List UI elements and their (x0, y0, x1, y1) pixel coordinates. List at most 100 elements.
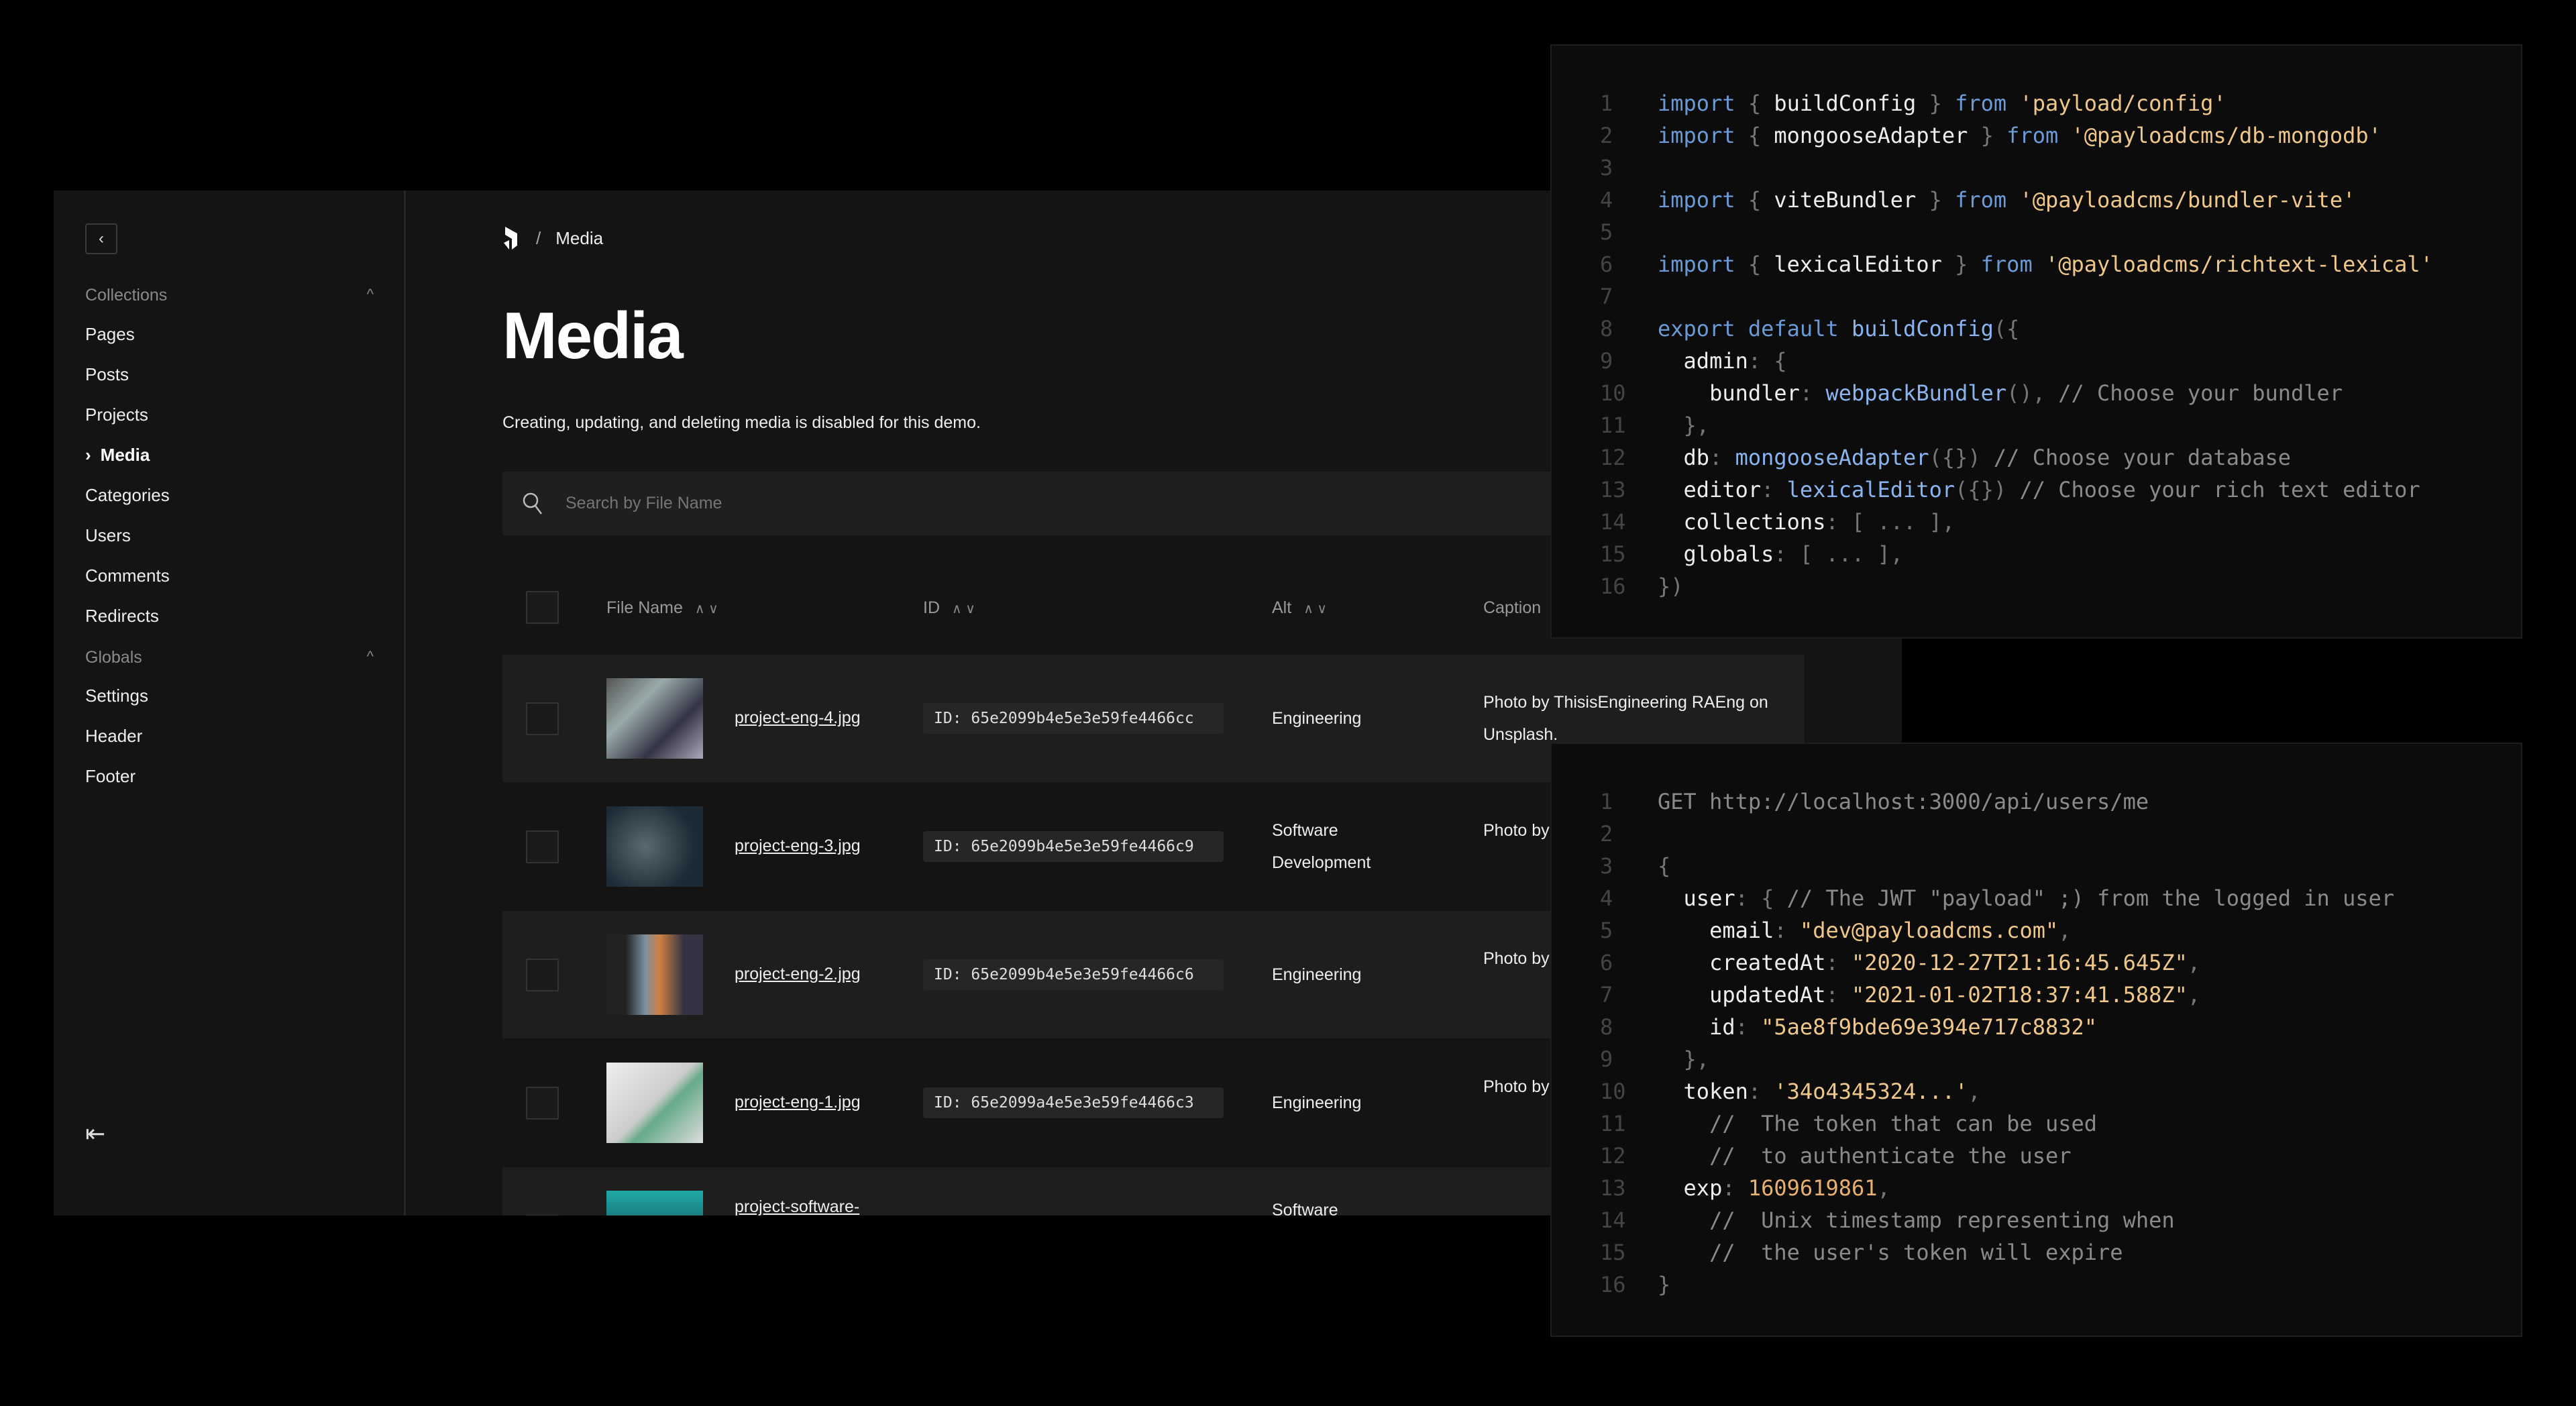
line-number: 1 (1600, 91, 1613, 116)
code-line: 6 import { lexicalEditor } from '@payload… (1552, 248, 2521, 280)
code-text: }, (1658, 1046, 1710, 1072)
line-number: 14 (1600, 509, 1626, 535)
code-text: } (1658, 1272, 1671, 1297)
file-name-link[interactable]: project-eng-1.jpg (735, 1093, 861, 1112)
sidebar-item-label: Projects (85, 404, 148, 425)
row-checkbox[interactable] (526, 1087, 559, 1120)
sidebar-item-comments[interactable]: Comments (85, 565, 170, 586)
sidebar-item-label: Posts (85, 364, 129, 384)
code-line: 7 updatedAt: "2021-01-02T18:37:41.588Z", (1552, 979, 2521, 1011)
sidebar-item-categories[interactable]: Categories (85, 485, 170, 506)
line-number: 4 (1600, 885, 1613, 911)
code-line: 8 id: "5ae8f9bde69e394e717c8832" (1552, 1011, 2521, 1043)
line-number: 15 (1600, 541, 1626, 567)
code-line: 13 exp: 1609619861, (1552, 1172, 2521, 1204)
line-number: 9 (1600, 348, 1613, 374)
id-chip: ID: 65e2099a4e5e3e59fe4466c3 (923, 1087, 1224, 1118)
file-name-link[interactable]: project-software- (735, 1197, 859, 1215)
collections-group-toggle[interactable]: Collections ^ (85, 286, 374, 305)
code-line: 12 // to authenticate the user (1552, 1140, 2521, 1172)
code-line: 8 export default buildConfig({ (1552, 313, 2521, 345)
select-all-checkbox[interactable] (526, 591, 559, 624)
code-text: { (1658, 853, 1671, 879)
sort-icon: ∧ ∨ (1303, 602, 1328, 616)
line-number: 15 (1600, 1240, 1626, 1265)
code-line: 10 token: '34o4345324...', (1552, 1075, 2521, 1107)
file-name-link[interactable]: project-eng-2.jpg (735, 965, 861, 984)
collapse-sidebar-button[interactable]: ‹ (85, 223, 117, 254)
code-line: 1 import { buildConfig } from 'payload/co… (1552, 87, 2521, 119)
code-line: 12 db: mongooseAdapter({}) // Choose you… (1552, 441, 2521, 474)
alt-text: Software (1272, 1201, 1338, 1215)
line-number: 3 (1600, 853, 1613, 879)
code-text: exp: 1609619861, (1658, 1175, 1890, 1201)
code-line: 9 }, (1552, 1043, 2521, 1075)
payload-logo-icon[interactable] (502, 225, 521, 251)
alt-text: Engineering (1272, 1093, 1362, 1112)
column-id[interactable]: ID ∧ ∨ (923, 598, 975, 618)
row-checkbox[interactable] (526, 702, 559, 735)
code-line: 2 import { mongooseAdapter } from '@paylo… (1552, 119, 2521, 152)
code-text: // the user's token will expire (1658, 1240, 2123, 1265)
column-caption[interactable]: Caption (1483, 598, 1541, 618)
code-line: 4 import { viteBundler } from '@payloadcm… (1552, 184, 2521, 216)
sidebar-item-users[interactable]: Users (85, 525, 131, 546)
file-name-link[interactable]: project-eng-4.jpg (735, 708, 861, 728)
code-text: }) (1658, 574, 1684, 599)
code-text: globals: [ ... ], (1658, 541, 1904, 567)
globals-group-toggle[interactable]: Globals ^ (85, 648, 374, 667)
breadcrumb: / Media (502, 225, 603, 251)
line-number: 16 (1600, 574, 1626, 599)
sidebar-item-pages[interactable]: Pages (85, 324, 135, 345)
code-text: import { mongooseAdapter } from '@payloa… (1658, 123, 2381, 148)
line-number: 10 (1600, 1079, 1626, 1104)
file-name-link[interactable]: project-eng-3.jpg (735, 836, 861, 856)
page-title: Media (502, 299, 684, 372)
code-line: 2 (1552, 818, 2521, 850)
thumbnail-image (606, 1063, 703, 1143)
globals-label: Globals (85, 648, 142, 667)
logout-icon: ⇤ (85, 1120, 106, 1147)
line-number: 10 (1600, 380, 1626, 406)
sidebar-item-redirects[interactable]: Redirects (85, 606, 159, 627)
line-number: 8 (1600, 1014, 1613, 1040)
line-number: 9 (1600, 1046, 1613, 1072)
thumbnail-image (606, 806, 703, 887)
search-icon (523, 492, 542, 515)
sidebar-item-label: Media (100, 445, 150, 465)
code-text: email: "dev@payloadcms.com", (1658, 918, 2072, 943)
row-checkbox[interactable] (526, 959, 559, 991)
code-line: 3 (1552, 152, 2521, 184)
code-text: collections: [ ... ], (1658, 509, 1955, 535)
id-chip: ID: 65e2099b4e5e3e59fe4466cc (923, 703, 1224, 734)
sidebar-item-footer[interactable]: Footer (85, 766, 136, 787)
line-number: 12 (1600, 445, 1626, 470)
sidebar-item-media[interactable]: › Media (85, 445, 150, 466)
sidebar-item-posts[interactable]: Posts (85, 364, 129, 385)
code-text: import { lexicalEditor } from '@payloadc… (1658, 252, 2433, 277)
sidebar-item-header[interactable]: Header (85, 726, 142, 747)
sidebar-item-projects[interactable]: Projects (85, 404, 148, 425)
code-line: 1 GET http://localhost:3000/api/users/me (1552, 786, 2521, 818)
line-number: 7 (1600, 982, 1613, 1008)
code-line: 15 // the user's token will expire (1552, 1236, 2521, 1268)
column-alt[interactable]: Alt ∧ ∨ (1272, 598, 1327, 618)
line-number: 8 (1600, 316, 1613, 341)
code-text: editor: lexicalEditor({}) // Choose your… (1658, 477, 2420, 502)
id-chip: ID: 65e2099b4e5e3e59fe4466c6 (923, 959, 1224, 990)
alt-text: Software Development (1272, 821, 1371, 872)
code-text: createdAt: "2020-12-27T21:16:45.645Z", (1658, 950, 2201, 975)
search-input[interactable] (566, 494, 1572, 513)
code-line: 15 globals: [ ... ], (1552, 538, 2521, 570)
row-checkbox[interactable] (526, 830, 559, 863)
code-text: // to authenticate the user (1658, 1143, 2072, 1169)
line-number: 7 (1600, 284, 1613, 309)
chevron-up-icon: ^ (366, 286, 374, 303)
sidebar-item-settings[interactable]: Settings (85, 686, 148, 706)
line-number: 6 (1600, 950, 1613, 975)
column-file-name[interactable]: File Name ∧ ∨ (606, 598, 718, 618)
sidebar-item-label: Users (85, 525, 131, 545)
logout-button[interactable]: ⇤ (85, 1120, 105, 1148)
sidebar-item-label: Comments (85, 565, 170, 586)
code-text: // Unix timestamp representing when (1658, 1207, 2175, 1233)
